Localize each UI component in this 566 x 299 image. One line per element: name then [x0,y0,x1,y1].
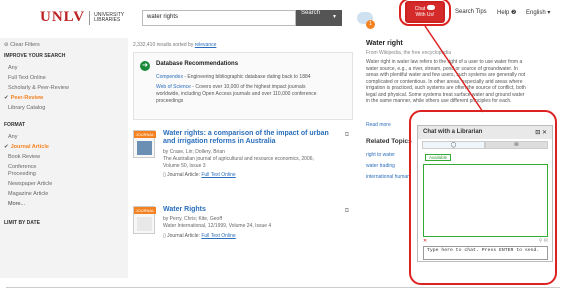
attach-icon: ⚲ [538,238,543,244]
envelope-icon: ✉ [514,142,519,148]
tab-chat[interactable]: ◯ [422,141,485,149]
divider [6,287,560,288]
chat-title: Chat with a Librarian [423,129,483,135]
chat-toolbar: ✕ ⚲ ✉ [423,238,548,244]
popout-icon[interactable]: ⊡ [535,130,540,136]
page: { "header": { "logo_main": "UNLV", "logo… [0,0,566,299]
chat-input[interactable]: Type here to chat. Press ENTER to send. [423,246,548,260]
chat-widget: Chat with a Librarian ⊡ ✕ ◯ ✉ Available … [417,125,553,262]
chat-window-controls: ⊡ ✕ [535,129,547,136]
chat-header: Chat with a Librarian ⊡ ✕ [418,126,552,139]
email-transcript-icon: ✉ [543,238,548,244]
speech-bubble-icon: ◯ [450,142,457,148]
chat-transcript [423,164,548,237]
status-badge: Available [425,154,452,161]
end-chat-icon[interactable]: ✕ [423,238,427,244]
chat-tabs: ◯ ✉ [422,141,548,149]
close-icon[interactable]: ✕ [542,130,547,136]
chat-tools-icons[interactable]: ⚲ ✉ [539,238,548,244]
tab-email[interactable]: ✉ [485,141,548,149]
